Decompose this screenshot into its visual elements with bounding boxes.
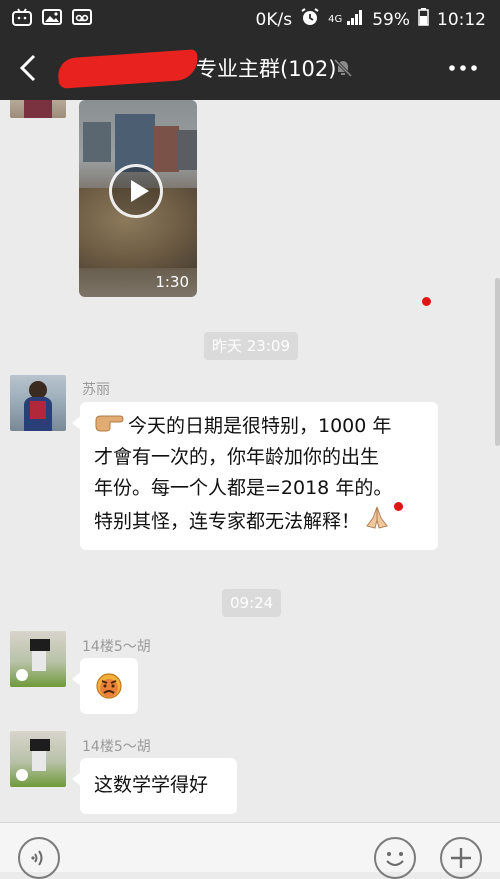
video-duration: 1:30	[155, 273, 189, 291]
status-left-icons	[12, 8, 92, 26]
video-message[interactable]: 1:30	[79, 100, 197, 297]
message-bubble[interactable]: 今天的日期是很特别，1000 年 才會有一次的，你年龄加你的出生 年份。每一个人…	[72, 402, 438, 550]
pointing-hand-emoji-icon	[94, 411, 124, 442]
video-thumbnail-detail	[177, 130, 197, 170]
red-dot-mark	[422, 297, 431, 306]
chat-area[interactable]: 1:30 昨天 23:09 苏丽 今天的日期是很特别，1000 年 才會有一次的…	[0, 100, 500, 822]
battery-icon	[418, 8, 429, 31]
redaction-scribble	[57, 49, 199, 89]
image-icon	[42, 8, 62, 26]
sender-name: 苏丽	[82, 382, 110, 398]
alarm-icon	[300, 7, 320, 32]
bilibili-icon	[12, 8, 32, 26]
message-text: 特别其怪，连专家都无法解释！	[94, 510, 361, 533]
message-text: 今天的日期是很特别，1000 年	[128, 415, 392, 437]
status-time: 10:12	[437, 9, 486, 30]
timestamp-text: 昨天 23:09	[212, 337, 290, 355]
sender-name: 14楼5～胡	[82, 739, 151, 755]
message-line: 才會有一次的，你年龄加你的出生	[94, 446, 380, 468]
message-line: 特别其怪，连专家都无法解释！	[94, 504, 424, 540]
play-icon[interactable]	[109, 164, 163, 218]
message-bubble[interactable]	[72, 658, 138, 714]
video-thumbnail-detail	[153, 126, 179, 172]
chat-header: 专业主群(102)	[0, 36, 500, 100]
praying-hands-emoji-icon	[364, 504, 390, 540]
emoji-icon[interactable]	[374, 837, 416, 879]
timestamp: 09:24	[222, 589, 282, 617]
angry-face-emoji-icon	[95, 672, 123, 710]
status-right: 0K/s 4G 59% 10:12	[256, 7, 486, 32]
avatar[interactable]	[10, 731, 66, 787]
message-line: 年份。每一个人都是=2018 年的。	[94, 477, 393, 499]
message-text: 这数学学得好	[94, 774, 209, 796]
video-thumbnail	[83, 122, 111, 162]
network-speed: 0K/s	[255, 9, 293, 30]
scrollbar[interactable]	[495, 278, 500, 446]
voice-icon[interactable]	[18, 837, 60, 879]
signal-icon	[346, 9, 364, 30]
red-dot-mark	[394, 502, 403, 511]
avatar[interactable]	[10, 631, 66, 687]
more-dots-icon[interactable]	[448, 54, 478, 82]
chat-title: 专业主群(102)	[196, 53, 336, 83]
mute-bell-icon	[333, 58, 353, 78]
chat-title-text: 专业主群(102)	[196, 57, 337, 81]
avatar[interactable]	[10, 375, 66, 431]
message-bubble[interactable]: 这数学学得好	[72, 758, 237, 814]
back-arrow-icon[interactable]	[14, 50, 44, 86]
sender-name: 14楼5～胡	[82, 639, 151, 655]
input-bar	[0, 822, 500, 879]
avatar[interactable]	[10, 100, 66, 118]
timestamp-text: 09:24	[230, 594, 274, 612]
timestamp: 昨天 23:09	[204, 332, 298, 360]
network-type: 4G	[328, 14, 343, 25]
battery-level: 59%	[372, 9, 410, 30]
plus-icon[interactable]	[440, 837, 482, 879]
status-bar: 0K/s 4G 59% 10:12	[0, 0, 500, 36]
message-line: 今天的日期是很特别，1000 年	[94, 411, 424, 442]
voicemail-icon	[72, 8, 92, 26]
